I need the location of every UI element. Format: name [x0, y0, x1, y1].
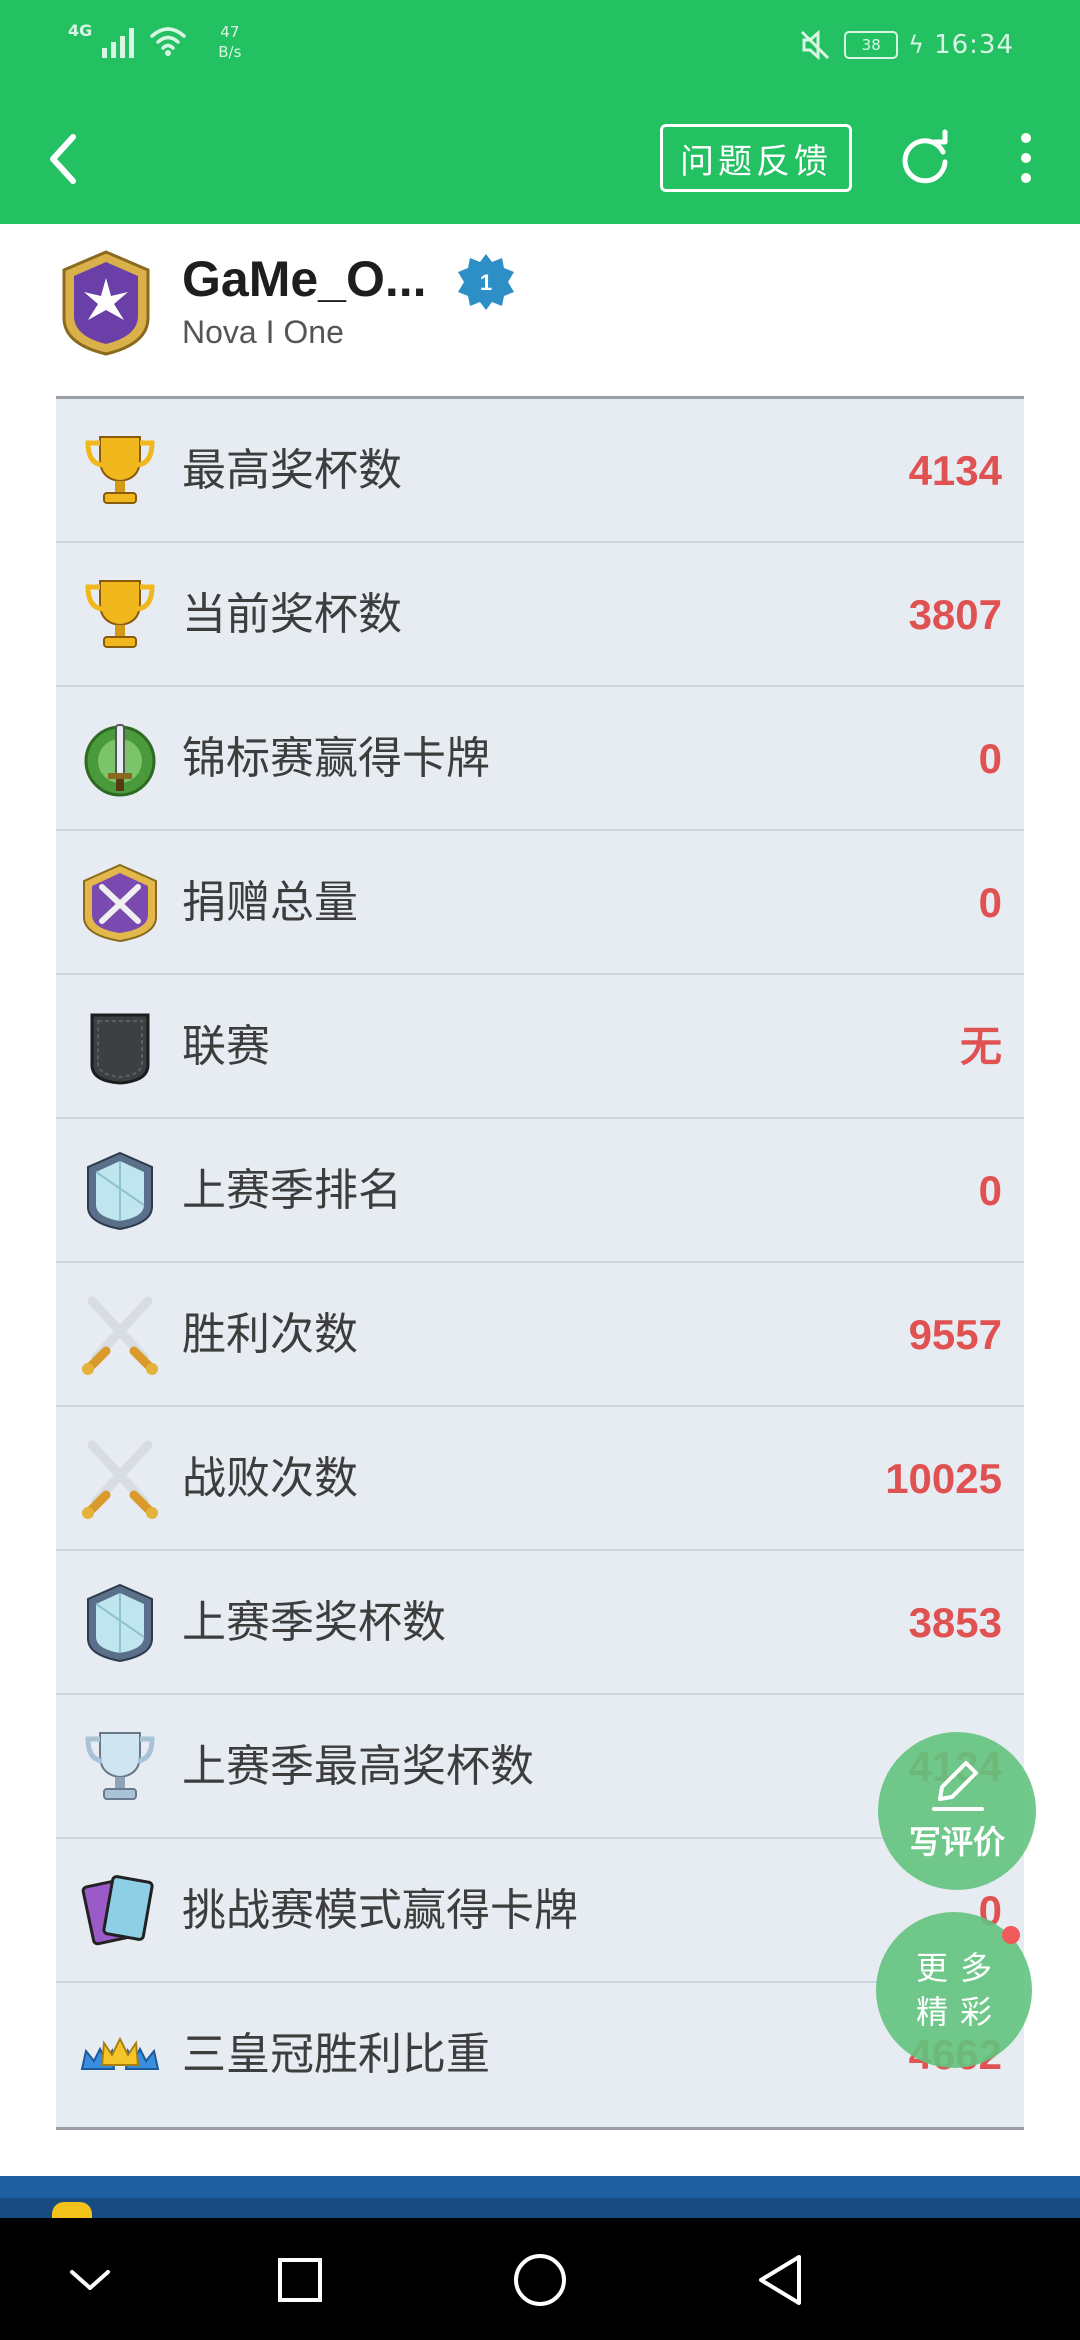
trophy-crystal-icon: [85, 1732, 155, 1800]
tournament-laurel-icon: [84, 724, 156, 797]
stat-value: 9557: [908, 1311, 1002, 1358]
stats-list: 最高奖杯数 4134 当前奖杯数 3807 锦标赛赢得卡牌 0 捐赠总量 0 联…: [56, 396, 1024, 2130]
banner-stripe: [0, 2198, 1080, 2218]
stat-row-last-season-trophies: 上赛季奖杯数 3853: [56, 1551, 1024, 1695]
nav-collapse-button[interactable]: [50, 2240, 130, 2320]
stat-label: 捐赠总量: [182, 877, 358, 928]
stat-value: 无: [959, 1023, 1002, 1070]
crossed-swords-icon: [82, 1440, 158, 1519]
more-vert-icon[interactable]: [1000, 120, 1052, 196]
nav-back-button[interactable]: [740, 2240, 820, 2320]
more-content-label: 更多精彩: [915, 1949, 1004, 2031]
stat-row-highest-trophies: 最高奖杯数 4134: [56, 399, 1024, 543]
write-review-label: 写评价: [908, 1823, 1005, 1861]
stat-label: 最高奖杯数: [182, 445, 402, 496]
season-crystal-icon: [87, 1583, 153, 1663]
level-badge-icon: 1: [458, 254, 514, 310]
stat-value: 3853: [908, 1599, 1002, 1646]
trophy-gold-icon: [85, 580, 155, 648]
stat-value: 10025: [885, 1455, 1002, 1502]
mute-icon: [801, 29, 830, 61]
feedback-button[interactable]: 问题反馈: [660, 124, 852, 192]
notification-dot: [1002, 1926, 1020, 1944]
stat-row-donations: 捐赠总量 0: [56, 831, 1024, 975]
triangle-back-icon: [759, 2255, 801, 2305]
cards-icon: [81, 1875, 154, 1946]
network-speed: 47 B/s: [218, 22, 241, 62]
banner-character: [52, 2202, 92, 2218]
stat-label: 三皇冠胜利比重: [182, 2029, 490, 2080]
wifi-icon: [150, 27, 187, 56]
stat-value: 0: [978, 879, 1002, 926]
clock: 16:34: [934, 30, 1014, 60]
network-type: 4G: [68, 21, 93, 40]
stat-label: 胜利次数: [182, 1309, 358, 1360]
nav-home-button[interactable]: [500, 2240, 580, 2320]
player-name: GaMe_O...: [182, 251, 427, 307]
status-bar: 4G 47 B/s 38 ϟ 16:34: [0, 0, 1080, 92]
stat-label: 挑战赛模式赢得卡牌: [182, 1885, 578, 1936]
stat-label: 当前奖杯数: [182, 589, 402, 640]
stat-label: 联赛: [182, 1021, 270, 1072]
stat-value: 3807: [908, 591, 1002, 638]
stat-row-league: 联赛 无: [56, 975, 1024, 1119]
bottom-banner: [0, 2176, 1080, 2218]
stat-value: 0: [978, 735, 1002, 782]
crossed-swords-icon: [82, 1296, 158, 1375]
system-nav-bar: [0, 2218, 1080, 2340]
trophy-gold-icon: [85, 436, 155, 504]
status-right: 38 ϟ 16:34: [796, 26, 1014, 64]
refresh-button[interactable]: [890, 120, 960, 196]
stat-label: 锦标赛赢得卡牌: [182, 733, 490, 784]
clan-badge-icon: [62, 250, 150, 356]
circle-icon: [514, 2254, 566, 2306]
clan-name: Nova I One: [182, 314, 344, 350]
stat-value: 0: [978, 1167, 1002, 1214]
speed-value: 47: [220, 23, 240, 41]
league-shield-icon: [90, 1013, 150, 1085]
crowns-icon: [80, 2036, 160, 2070]
signal-icon: [102, 22, 135, 58]
nav-recents-button[interactable]: [260, 2240, 340, 2320]
write-review-button[interactable]: 写评价: [878, 1732, 1036, 1890]
charging-icon: ϟ: [908, 31, 925, 59]
more-content-button[interactable]: 更多精彩: [876, 1912, 1032, 2068]
stat-row-tournament-cards: 锦标赛赢得卡牌 0: [56, 687, 1024, 831]
season-crystal-icon: [87, 1151, 153, 1231]
app-bar: 问题反馈: [0, 92, 1080, 224]
donation-shield-icon: [83, 863, 157, 943]
level-value: 1: [480, 270, 492, 295]
stat-row-losses: 战败次数 10025: [56, 1407, 1024, 1551]
edit-icon: [932, 1761, 984, 1811]
stat-row-current-trophies: 当前奖杯数 3807: [56, 543, 1024, 687]
speed-unit: B/s: [218, 43, 242, 61]
back-button[interactable]: [28, 124, 98, 194]
stat-row-challenge-cards: 挑战赛模式赢得卡牌 0: [56, 1839, 1024, 1983]
stat-label: 战败次数: [182, 1453, 358, 1504]
battery-icon: 38: [844, 31, 899, 59]
chevron-down-icon: [70, 2270, 110, 2290]
player-header: GaMe_O... 1 Nova I One: [56, 248, 1024, 360]
stat-label: 上赛季奖杯数: [182, 1597, 446, 1648]
stat-label: 上赛季排名: [182, 1165, 402, 1216]
stat-row-wins: 胜利次数 9557: [56, 1263, 1024, 1407]
status-left: 4G 47 B/s: [68, 22, 241, 62]
stat-row-last-season-rank: 上赛季排名 0: [56, 1119, 1024, 1263]
stat-label: 上赛季最高奖杯数: [182, 1741, 534, 1792]
stat-value: 4134: [908, 447, 1002, 494]
chevron-left-icon: [50, 134, 76, 184]
square-icon: [278, 2258, 322, 2302]
refresh-icon: [902, 129, 948, 184]
